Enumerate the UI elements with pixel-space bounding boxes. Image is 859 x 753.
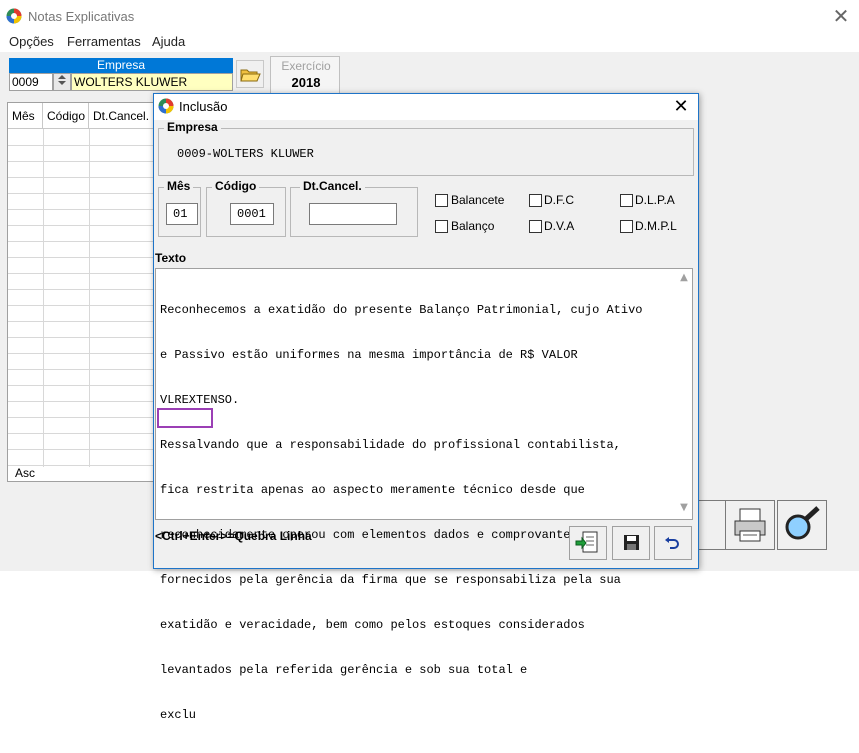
grid-row-line: [8, 161, 156, 162]
hint-text: <Ctrl+Enter>=Quebra Linha: [155, 529, 312, 543]
grid-row-line: [8, 305, 156, 306]
texto-content: Reconhecemos a exatidão do presente Bala…: [160, 273, 674, 753]
grid-row-line: [8, 433, 156, 434]
empresa-code-input[interactable]: 0009: [9, 73, 53, 91]
magnifier-icon: [785, 506, 820, 540]
dialog-app-icon: [158, 98, 174, 114]
empresa-name-field: WOLTERS KLUWER: [71, 73, 233, 91]
balanco-checkbox[interactable]: [435, 220, 448, 233]
dfc-checkbox[interactable]: [529, 194, 542, 207]
balancete-checkbox[interactable]: [435, 194, 448, 207]
dmpl-checkbox[interactable]: [620, 220, 633, 233]
grid-row-line: [8, 241, 156, 242]
highlight-box: [157, 408, 213, 428]
empresa-group-value: 0009-WOLTERS KLUWER: [177, 147, 314, 161]
balancete-label: Balancete: [451, 193, 505, 207]
mes-input[interactable]: 01: [166, 203, 198, 225]
dlpa-checkbox[interactable]: [620, 194, 633, 207]
undo-arrow-icon: [665, 537, 679, 549]
exercicio-box: Exercício 2018: [270, 56, 340, 94]
search-button[interactable]: [777, 500, 827, 550]
grid-header-codigo[interactable]: Código: [43, 103, 89, 129]
texto-line: fica restrita apenas ao aspecto merament…: [160, 483, 585, 497]
dva-label: D.V.A: [544, 219, 575, 233]
texto-line: fornecidos pela gerência da firma que se…: [160, 573, 621, 587]
codigo-input[interactable]: 0001: [230, 203, 274, 225]
grid-row-line: [8, 385, 156, 386]
dialog-title-bar: [154, 94, 698, 120]
dtcancel-group: Dt.Cancel.: [290, 179, 418, 237]
dtcancel-input[interactable]: [309, 203, 397, 225]
dfc-label: D.F.C: [544, 193, 574, 207]
empresa-header: Empresa: [9, 58, 233, 73]
grid-row-line: [8, 145, 156, 146]
mes-label: Mês: [164, 179, 194, 193]
dlpa-label: D.L.P.A: [635, 193, 675, 207]
grid-row-line: [8, 257, 156, 258]
grid-row-line: [8, 225, 156, 226]
grid-row-line: [8, 353, 156, 354]
app-icon: [6, 8, 22, 24]
texto-line: Ressalvando que a responsabilidade do pr…: [160, 438, 621, 452]
texto-line: VLREXTENSO.: [160, 393, 240, 407]
menu-ajuda[interactable]: Ajuda: [152, 34, 185, 49]
menu-ferramentas[interactable]: Ferramentas: [67, 34, 141, 49]
balanco-label: Balanço: [451, 219, 495, 233]
grid-header-dtcancel[interactable]: Dt.Cancel.: [89, 103, 156, 129]
exercicio-label: Exercício: [281, 59, 331, 73]
grid-row-line: [8, 401, 156, 402]
grid-row-line: [8, 209, 156, 210]
empresa-group-legend: Empresa: [164, 120, 221, 134]
dialog-title: Inclusão: [179, 99, 228, 114]
open-folder-icon: [240, 69, 261, 82]
grid-row-line: [8, 449, 156, 450]
empresa-lookup-button[interactable]: [53, 73, 71, 91]
inclusao-dialog: Inclusão ✕ Empresa 0009-WOLTERS KLUWER M…: [153, 93, 699, 722]
close-window-button[interactable]: ✕: [828, 4, 854, 28]
empresa-group: Empresa 0009-WOLTERS KLUWER: [158, 120, 694, 176]
mes-group: Mês 01: [158, 179, 201, 237]
grid-row-line: [8, 417, 156, 418]
sort-order-label: Asc: [15, 466, 36, 480]
texto-textarea[interactable]: Reconhecemos a exatidão do presente Bala…: [155, 268, 693, 722]
grid-row-line: [8, 321, 156, 322]
texto-line: levantados pela referida gerência e sob …: [160, 663, 528, 677]
texto-scrollbar[interactable]: ▲ ▼: [676, 270, 692, 518]
scroll-up-icon[interactable]: ▲: [676, 272, 692, 286]
print-button[interactable]: [725, 500, 775, 550]
texto-line: e Passivo estão uniformes na mesma impor…: [160, 348, 578, 362]
exercicio-value: 2018: [291, 75, 321, 90]
grid-row-line: [8, 337, 156, 338]
scroll-down-icon[interactable]: ▼: [676, 502, 692, 516]
grid-row-line: [8, 273, 156, 274]
save-button[interactable]: [612, 526, 650, 560]
dtcancel-label: Dt.Cancel.: [300, 179, 365, 193]
codigo-label: Código: [212, 179, 260, 193]
undo-button[interactable]: [654, 526, 692, 560]
grid-header-mes[interactable]: Mês: [8, 103, 43, 129]
menu-bar: Opções Ferramentas Ajuda: [0, 32, 859, 52]
dialog-close-button[interactable]: ✕: [668, 95, 694, 119]
grid-row-line: [8, 289, 156, 290]
grid-row-line: [8, 177, 156, 178]
dmpl-label: D.M.P.L: [635, 219, 677, 233]
import-document-icon: [575, 531, 598, 553]
floppy-disk-icon: [624, 535, 639, 550]
dva-checkbox[interactable]: [529, 220, 542, 233]
texto-line: exclu: [160, 708, 197, 722]
notes-grid[interactable]: Mês Código Dt.Cancel.: [7, 102, 157, 482]
printer-icon: [734, 508, 766, 542]
window-title: Notas Explicativas: [28, 9, 135, 24]
grid-row-line: [8, 193, 156, 194]
spin-arrows-icon: [58, 75, 66, 85]
grid-row-line: [8, 369, 156, 370]
texto-line: exatidão e veracidade, bem como pelos es…: [160, 618, 585, 632]
codigo-group: Código 0001: [206, 179, 286, 237]
menu-opcoes[interactable]: Opções: [9, 34, 54, 49]
open-folder-button[interactable]: [236, 60, 264, 88]
texto-label: Texto: [155, 251, 187, 265]
import-button[interactable]: [569, 526, 607, 560]
texto-line: Reconhecemos a exatidão do presente Bala…: [160, 303, 643, 317]
